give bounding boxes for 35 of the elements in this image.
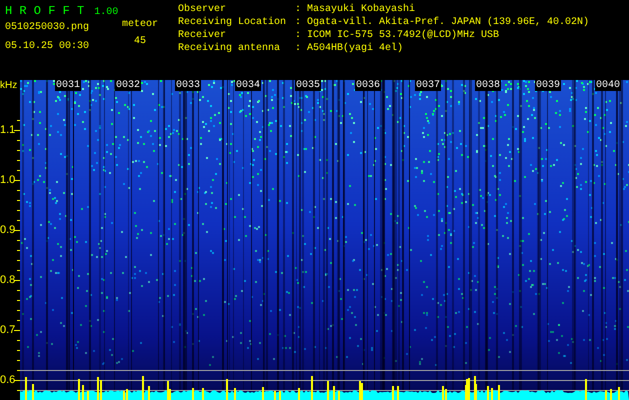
info-value: ICOM IC-575 53.7492(@LCD)MHz USB — [307, 30, 500, 41]
info-separator: : — [295, 43, 302, 54]
time-label: 0036 — [355, 80, 382, 91]
time-label: 0040 — [595, 80, 622, 91]
info-separator: : — [295, 4, 302, 15]
app-title: H R O F F T — [5, 4, 84, 18]
info-label: Receiving antenna — [178, 43, 282, 54]
time-label: 0033 — [175, 80, 202, 91]
time-label: 0035 — [295, 80, 322, 91]
axis-label: 0.6 — [0, 374, 16, 387]
axis-unit: kHz — [0, 80, 18, 91]
time-label: 0039 — [535, 80, 562, 91]
time-label: 0038 — [475, 80, 502, 91]
time-label: 0031 — [55, 80, 82, 91]
date-time: 05.10.25 00:30 — [5, 41, 90, 52]
axis-label: 1.0 — [0, 174, 16, 187]
info-separator: : — [295, 30, 302, 41]
info-value: Masayuki Kobayashi — [307, 4, 416, 15]
info-label: Receiver — [178, 30, 228, 41]
meteor-count: 45 — [134, 36, 146, 47]
info-label: Receiving Location — [178, 17, 288, 28]
axis-label: 0.7 — [0, 324, 16, 337]
info-value: Ogata-vill. Akita-Pref. JAPAN (139.96E, 40.02N) — [307, 17, 590, 28]
meteor-label: meteor — [122, 19, 158, 30]
file-name: 0510250030.png — [5, 22, 90, 33]
time-label: 0037 — [415, 80, 442, 91]
axis-label: 0.8 — [0, 274, 16, 287]
axis-label: 0.9 — [0, 224, 16, 237]
axis-label: 1.1 — [0, 124, 16, 137]
info-label: Observer — [178, 4, 228, 15]
version-number: 1.00 — [94, 7, 118, 18]
time-label: 0032 — [115, 80, 142, 91]
info-value: A504HB(yagi 4el) — [307, 43, 404, 54]
time-label: 0034 — [235, 80, 262, 91]
info-separator: : — [295, 17, 302, 28]
